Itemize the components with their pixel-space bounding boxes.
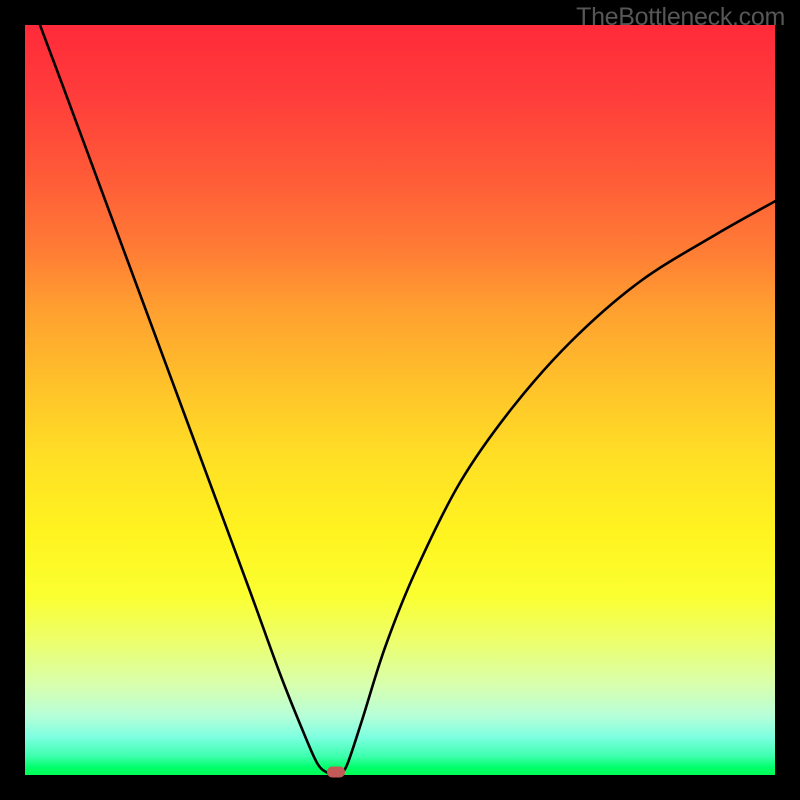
watermark-text: TheBottleneck.com [576, 3, 785, 32]
optimal-marker [327, 767, 345, 778]
chart-frame: TheBottleneck.com [0, 0, 800, 800]
plot-area [25, 25, 775, 775]
bottleneck-curve [25, 25, 775, 775]
